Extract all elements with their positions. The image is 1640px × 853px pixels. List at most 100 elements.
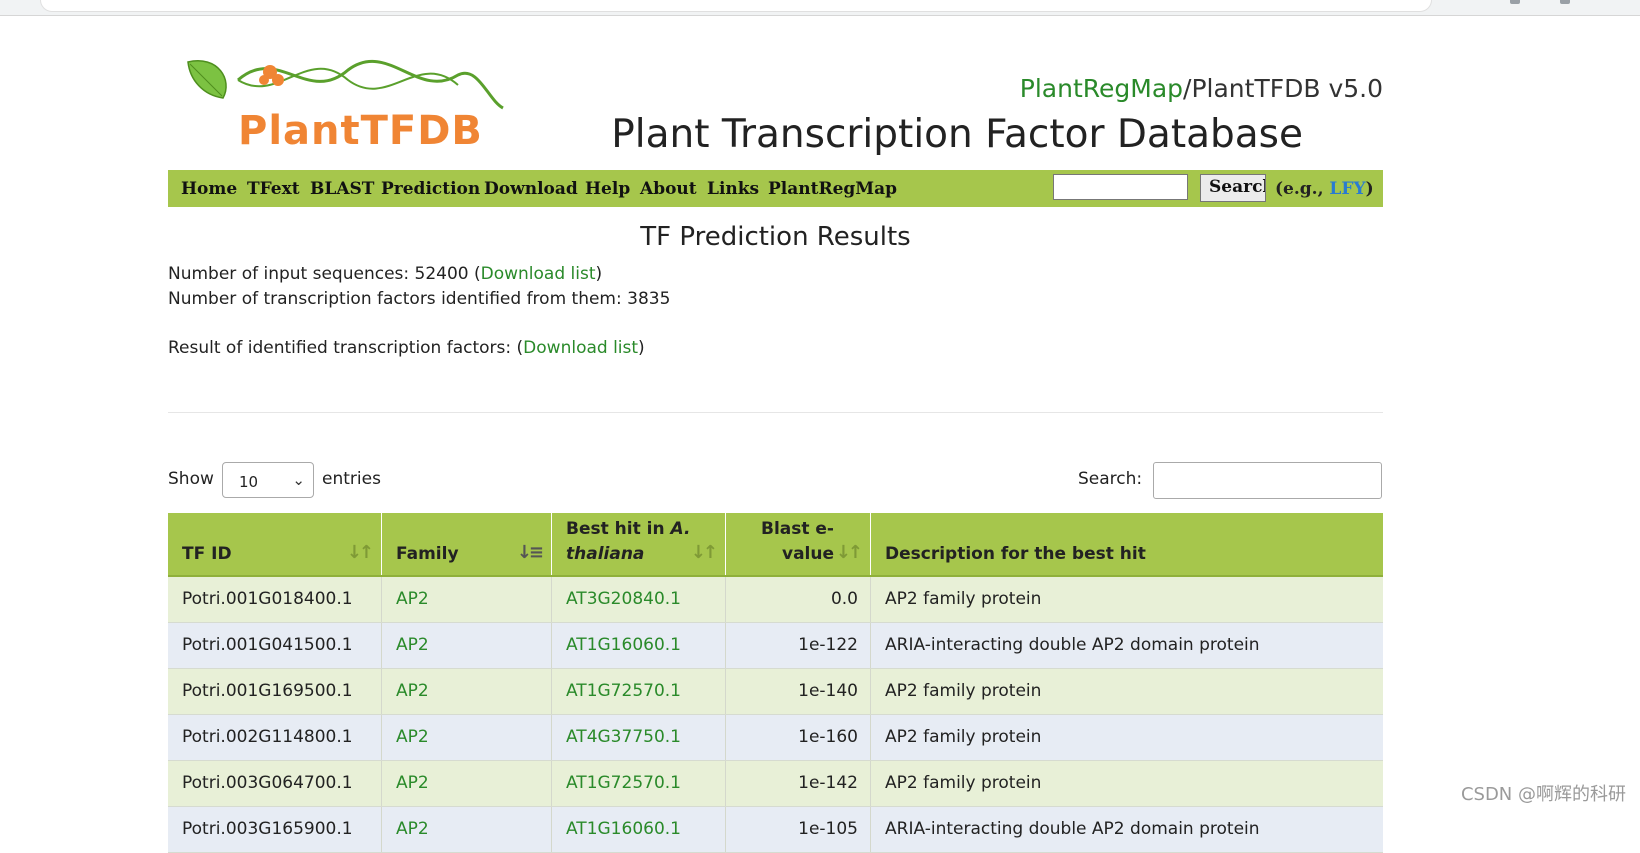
cell-family-link[interactable]: AP2 bbox=[382, 623, 552, 668]
cell-family-link[interactable]: AP2 bbox=[382, 715, 552, 760]
cell-evalue: 1e-140 bbox=[726, 669, 871, 714]
entries-value: 10 bbox=[239, 473, 259, 491]
site-subtitle: PlantRegMap/PlantTFDB v5.0 bbox=[1020, 74, 1383, 103]
nav-prediction[interactable]: Prediction bbox=[381, 179, 480, 199]
cell-description: AP2 family protein bbox=[885, 727, 1042, 747]
download-input-list-link[interactable]: Download list bbox=[481, 264, 596, 284]
chevron-down-icon: ⌄ bbox=[292, 471, 305, 489]
cell-tf-id: Potri.001G041500.1 bbox=[168, 623, 382, 668]
close-paren-2: ) bbox=[638, 338, 645, 358]
input-seq-text: Number of input sequences: 52400 ( bbox=[168, 264, 481, 284]
cell-best-hit-link[interactable]: AT1G16060.1 bbox=[552, 623, 726, 668]
cell-evalue: 1e-160 bbox=[726, 715, 871, 760]
result-text: Result of identified transcription facto… bbox=[168, 338, 524, 358]
best-hit-italic1: A. bbox=[670, 519, 691, 539]
nav-help[interactable]: Help bbox=[585, 179, 630, 199]
cell-family-link[interactable]: AP2 bbox=[382, 669, 552, 714]
cell-evalue: 0.0 bbox=[726, 577, 871, 622]
nav-search-button[interactable]: Search bbox=[1200, 174, 1266, 202]
table-header: TF ID ↓↑ Family ↓≡ Best hit in A. thalian… bbox=[168, 513, 1383, 577]
main-navbar: Home TFext BLAST Prediction Download Hel… bbox=[168, 170, 1383, 207]
cell-best-hit-link[interactable]: AT1G72570.1 bbox=[552, 761, 726, 806]
result-line: Result of identified transcription facto… bbox=[168, 338, 645, 358]
entries-select[interactable]: 10 ⌄ bbox=[222, 462, 314, 498]
sort-ascending-icon: ↓≡ bbox=[516, 542, 544, 563]
col-best-hit[interactable]: Best hit in A. thaliana ↓↑ bbox=[552, 513, 726, 575]
cell-best-hit-link[interactable]: AT1G72570.1 bbox=[552, 669, 726, 714]
cell-tf-id: Potri.001G018400.1 bbox=[168, 577, 382, 622]
sort-icon: ↓↑ bbox=[690, 542, 718, 563]
nav-tfext[interactable]: TFext bbox=[247, 179, 300, 199]
cell-best-hit-link[interactable]: AT1G16060.1 bbox=[552, 807, 726, 852]
cell-description: AP2 family protein bbox=[885, 773, 1042, 793]
cell-family-link[interactable]: AP2 bbox=[382, 761, 552, 806]
col-blast-evalue[interactable]: Blast e-value ↓↑ bbox=[726, 513, 871, 575]
nav-search-input[interactable] bbox=[1053, 174, 1188, 200]
cell-tf-id: Potri.002G114800.1 bbox=[168, 715, 382, 760]
nav-home[interactable]: Home bbox=[181, 179, 237, 199]
nav-download[interactable]: Download bbox=[484, 179, 578, 199]
page-title: TF Prediction Results bbox=[640, 222, 911, 252]
cell-evalue: 1e-122 bbox=[726, 623, 871, 668]
divider bbox=[168, 412, 1383, 413]
col-description[interactable]: Description for the best hit bbox=[871, 513, 1383, 575]
plantregmap-link[interactable]: PlantRegMap bbox=[1020, 74, 1183, 103]
nav-blast[interactable]: BLAST bbox=[310, 179, 374, 199]
nav-about[interactable]: About bbox=[640, 179, 697, 199]
table-search-label: Search: bbox=[1078, 469, 1143, 489]
col-tf-id-label: TF ID bbox=[182, 544, 232, 564]
table-row: Potri.001G169500.1 AP2 AT1G72570.1 1e-14… bbox=[168, 669, 1383, 715]
col-family-label: Family bbox=[396, 544, 459, 564]
extension-icon[interactable] bbox=[1560, 0, 1570, 4]
show-label: Show bbox=[168, 469, 214, 489]
entries-label: entries bbox=[322, 469, 381, 489]
table-row: Potri.003G165900.1 AP2 AT1G16060.1 1e-10… bbox=[168, 807, 1383, 853]
logo-text: PlantTFDB bbox=[238, 108, 483, 154]
table-row: Potri.001G041500.1 AP2 AT1G16060.1 1e-12… bbox=[168, 623, 1383, 669]
example-suffix: ) bbox=[1365, 179, 1374, 199]
col-best-hit-label: Best hit in A. thaliana bbox=[566, 517, 690, 567]
col-blast-label: Blast e-value bbox=[761, 517, 834, 567]
site-title: Plant Transcription Factor Database bbox=[611, 112, 1303, 157]
planttfdb-logo[interactable]: PlantTFDB bbox=[178, 50, 508, 155]
input-sequences-line: Number of input sequences: 52400 (Downlo… bbox=[168, 264, 602, 284]
nav-links[interactable]: Links bbox=[707, 179, 759, 199]
cell-description: ARIA-interacting double AP2 domain prote… bbox=[885, 819, 1260, 839]
col-description-label: Description for the best hit bbox=[885, 544, 1146, 564]
cell-tf-id: Potri.003G165900.1 bbox=[168, 807, 382, 852]
cell-description: AP2 family protein bbox=[885, 589, 1042, 609]
table-row: Potri.003G064700.1 AP2 AT1G72570.1 1e-14… bbox=[168, 761, 1383, 807]
cell-best-hit-link[interactable]: AT3G20840.1 bbox=[552, 577, 726, 622]
address-bar[interactable] bbox=[40, 0, 1432, 12]
site-header: PlantTFDB PlantRegMap/PlantTFDB v5.0 Pla… bbox=[168, 40, 1383, 165]
best-hit-italic2: thaliana bbox=[566, 544, 645, 564]
sort-icon: ↓↑ bbox=[835, 542, 863, 563]
best-hit-line1: Best hit in bbox=[566, 519, 671, 539]
download-icon[interactable] bbox=[1510, 0, 1520, 4]
cell-evalue: 1e-105 bbox=[726, 807, 871, 852]
cell-description: ARIA-interacting double AP2 domain prote… bbox=[885, 635, 1260, 655]
table-search-input[interactable] bbox=[1153, 462, 1382, 499]
col-tf-id[interactable]: TF ID ↓↑ bbox=[168, 513, 382, 575]
cell-family-link[interactable]: AP2 bbox=[382, 807, 552, 852]
cell-family-link[interactable]: AP2 bbox=[382, 577, 552, 622]
results-table: TF ID ↓↑ Family ↓≡ Best hit in A. thalian… bbox=[168, 513, 1383, 853]
search-example: (e.g., LFY) bbox=[1275, 179, 1374, 199]
nav-plantregmap[interactable]: PlantRegMap bbox=[768, 179, 897, 199]
close-paren: ) bbox=[595, 264, 603, 284]
download-result-list-link[interactable]: Download list bbox=[523, 338, 638, 358]
blast-line2: value bbox=[781, 544, 834, 564]
cell-tf-id: Potri.001G169500.1 bbox=[168, 669, 382, 714]
cell-best-hit-link[interactable]: AT4G37750.1 bbox=[552, 715, 726, 760]
browser-top-bar bbox=[0, 0, 1640, 16]
site-version: /PlantTFDB v5.0 bbox=[1183, 74, 1383, 103]
example-lfy-link[interactable]: LFY bbox=[1329, 179, 1365, 199]
csdn-watermark: CSDN @啊辉的科研 bbox=[1460, 784, 1626, 805]
blast-line1: Blast e- bbox=[760, 519, 834, 539]
table-row: Potri.002G114800.1 AP2 AT4G37750.1 1e-16… bbox=[168, 715, 1383, 761]
cell-evalue: 1e-142 bbox=[726, 761, 871, 806]
example-prefix: (e.g., bbox=[1275, 179, 1330, 199]
cell-tf-id: Potri.003G064700.1 bbox=[168, 761, 382, 806]
col-family[interactable]: Family ↓≡ bbox=[382, 513, 552, 575]
cell-description: AP2 family protein bbox=[885, 681, 1042, 701]
